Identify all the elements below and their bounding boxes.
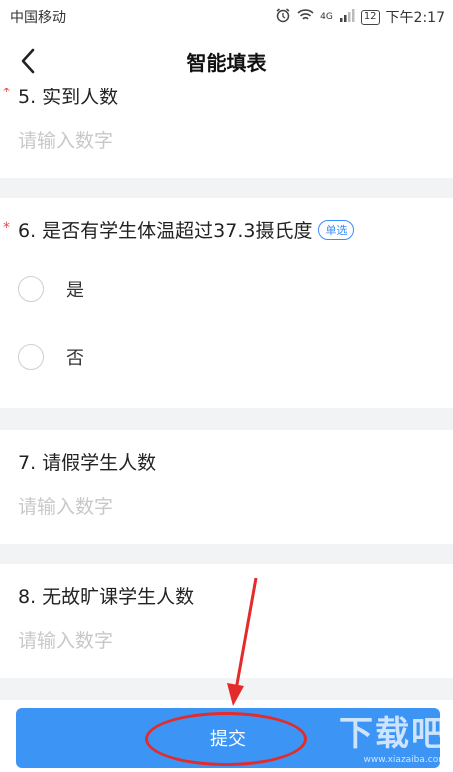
signal-icon <box>339 8 355 26</box>
option-no-label: 否 <box>66 348 84 369</box>
question-5-title: 5. 实到人数 <box>18 88 119 108</box>
chevron-left-icon <box>21 48 35 74</box>
form-content[interactable]: * 5. 实到人数 * 6. 是否有学生体温超过37.3摄氏度单选 是 否 7.… <box>0 88 453 700</box>
radio-circle-icon[interactable] <box>18 276 44 302</box>
alarm-icon <box>275 7 291 27</box>
submit-button[interactable]: 提交 <box>16 708 440 768</box>
page-title: 智能填表 <box>186 50 267 75</box>
question-6-title: 6. 是否有学生体温超过37.3摄氏度 单选 <box>18 216 355 243</box>
radio-circle-icon[interactable] <box>18 344 44 370</box>
question-8-card: 8. 无故旷课学生人数 <box>0 564 453 678</box>
question-5-card: * 5. 实到人数 <box>0 88 453 178</box>
battery-indicator: 12 <box>360 9 380 25</box>
nav-bar: 智能填表 <box>0 34 453 88</box>
option-yes[interactable]: 是 <box>18 276 84 302</box>
status-bar: 中国移动 4G 12 下午2:17 <box>0 0 453 34</box>
option-yes-label: 是 <box>66 280 84 301</box>
clock-time: 下午2:17 <box>385 10 445 26</box>
status-icons: 4G 12 下午2:17 <box>275 7 445 27</box>
question-7-card: 7. 请假学生人数 <box>0 430 453 544</box>
back-button[interactable] <box>14 46 44 76</box>
question-8-input[interactable] <box>18 626 418 656</box>
question-5-input[interactable] <box>18 126 418 156</box>
question-8-title: 8. 无故旷课学生人数 <box>18 586 195 608</box>
question-6-text: 6. 是否有学生体温超过37.3摄氏度 <box>18 220 313 242</box>
required-mark: * <box>3 220 10 236</box>
question-7-title: 7. 请假学生人数 <box>18 452 157 474</box>
required-mark: * <box>3 88 10 100</box>
bottom-bar: 提交 <box>0 700 453 772</box>
wifi-icon <box>297 8 314 26</box>
carrier-label: 中国移动 <box>10 10 66 26</box>
option-no[interactable]: 否 <box>18 344 84 370</box>
question-7-input[interactable] <box>18 492 418 522</box>
question-6-card: * 6. 是否有学生体温超过37.3摄氏度 单选 是 否 <box>0 198 453 408</box>
single-choice-tag: 单选 <box>318 220 355 240</box>
signal-4g-label: 4G <box>320 12 333 22</box>
